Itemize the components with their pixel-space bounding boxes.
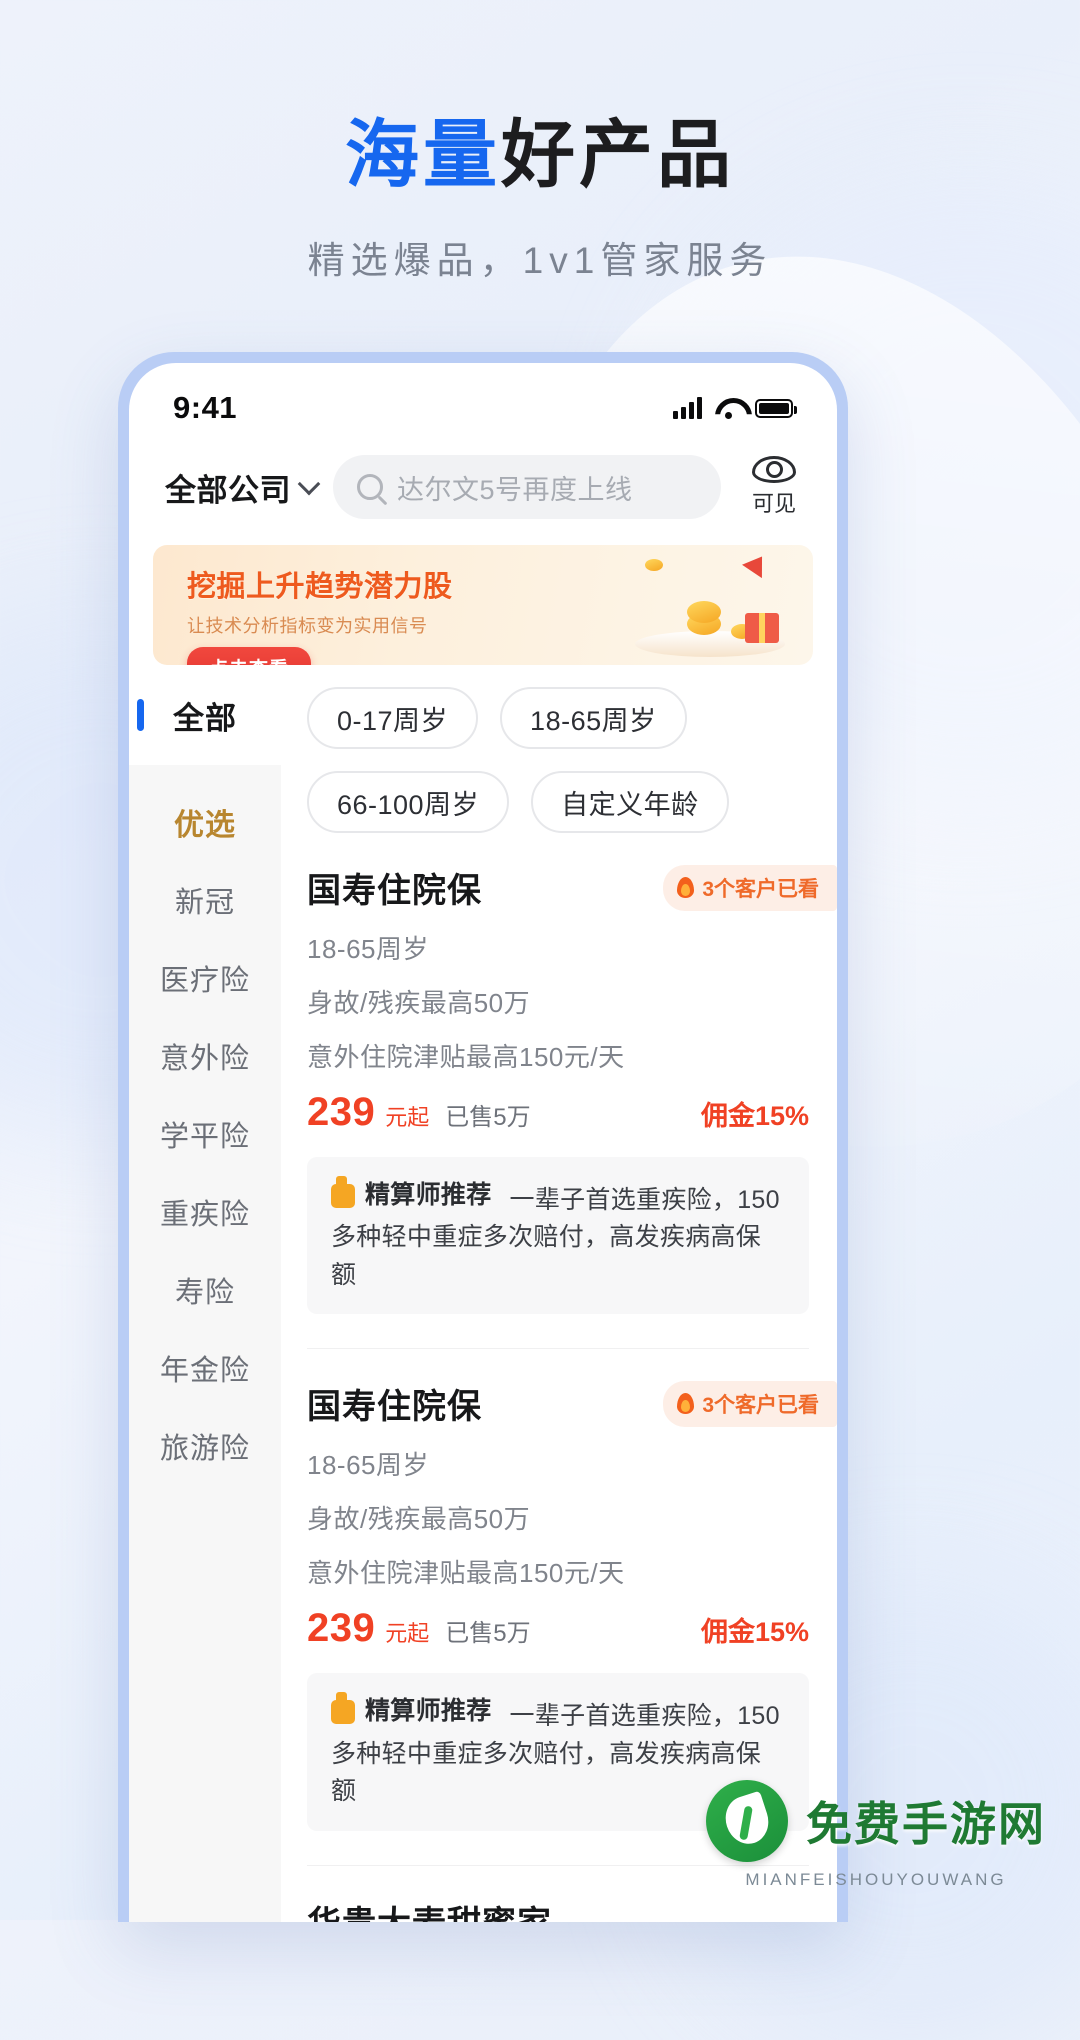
- promo-banner-text: 挖掘上升趋势潜力股 让技术分析指标变为实用信号 点击查看: [187, 563, 453, 665]
- thumbs-up-icon: [331, 1692, 355, 1724]
- status-time: 9:41: [173, 390, 238, 425]
- hero-subtitle: 精选爆品，1v1管家服务: [307, 240, 773, 281]
- flame-icon: [677, 877, 695, 898]
- product-list-panel: 0-17周岁 18-65周岁 66-100周岁 自定义年龄 国寿住院保 3个客户…: [281, 665, 837, 1922]
- product-title: 国寿住院保: [307, 872, 482, 910]
- age-chip-18-65[interactable]: 18-65周岁: [500, 687, 687, 749]
- product-price-row: 239 元起 已售5万 佣金15%: [307, 1090, 809, 1135]
- sidebar-item-zhongjixian[interactable]: 重疾险: [129, 1173, 281, 1251]
- product-title: 华贵大麦甜蜜家: [307, 1896, 552, 1923]
- age-chip-custom[interactable]: 自定义年龄: [531, 771, 729, 833]
- product-age-range: 18-65周岁: [307, 1450, 429, 1481]
- age-chip-0-17[interactable]: 0-17周岁: [307, 687, 479, 749]
- promo-banner-subtitle: 让技术分析指标变为实用信号: [187, 616, 428, 636]
- sidebar-item-shouxian[interactable]: 寿险: [129, 1251, 281, 1329]
- promo-banner-title: 挖掘上升趋势潜力股: [187, 571, 453, 603]
- sidebar-item-yiliaoxian[interactable]: 医疗险: [129, 939, 281, 1017]
- hot-badge-label: 3个客户已看: [702, 877, 819, 901]
- status-bar: 9:41: [129, 363, 837, 439]
- status-badge: 3个客户已看: [663, 1380, 837, 1427]
- eye-icon: [752, 456, 796, 483]
- product-price-unit: 元起: [385, 1621, 430, 1647]
- search-input[interactable]: 达尔文5号再度上线: [333, 455, 721, 519]
- watermark-row: 免费手游网: [706, 1780, 1046, 1862]
- product-price-row: 239 元起 已售5万 佣金15%: [307, 1606, 809, 1651]
- watermark-name: 免费手游网: [806, 1798, 1046, 1850]
- product-price-group: 239 元起 已售5万: [307, 1090, 531, 1135]
- product-commission: 佣金15%: [700, 1617, 809, 1648]
- sidebar-item-yiwaixian[interactable]: 意外险: [129, 1017, 281, 1095]
- product-price-unit: 元起: [385, 1105, 430, 1130]
- recommendation-header: 精算师推荐: [331, 1175, 492, 1215]
- product-card[interactable]: 国寿住院保 3个客户已看 18-65周岁 身故/残疾最高50万 意外住院津贴最高…: [281, 1349, 837, 1831]
- hero-title-rest: 好产品: [501, 113, 735, 196]
- status-indicators: [673, 397, 797, 419]
- status-badge: 3个客户已看: [663, 864, 837, 911]
- product-benefit-1: 身故/残疾最高50万: [307, 988, 531, 1018]
- recommendation-header: 精算师推荐: [331, 1692, 492, 1731]
- product-price-group: 239 元起 已售5万: [307, 1606, 531, 1651]
- phone-mockup: 9:41 全部公司 达尔文5号再度上线 可见 挖掘上升趋势潜力股 让技术分析指标…: [118, 352, 848, 1922]
- sidebar-item-all[interactable]: 全部: [129, 665, 281, 765]
- sidebar-item-xinguan[interactable]: 新冠: [129, 861, 281, 939]
- wifi-icon: [715, 398, 742, 419]
- page-title: 海量好产品: [0, 118, 1080, 192]
- recommendation-label: 精算师推荐: [365, 1181, 492, 1209]
- product-card-header: 国寿住院保 3个客户已看: [307, 863, 837, 912]
- product-sold-count: 已售5万: [445, 1620, 531, 1648]
- product-commission: 佣金15%: [700, 1101, 809, 1131]
- signal-bars-icon: [673, 397, 702, 419]
- age-filter-chips: 0-17周岁 18-65周岁 66-100周岁 自定义年龄: [281, 665, 837, 833]
- product-price: 239: [307, 1606, 376, 1651]
- product-card[interactable]: 国寿住院保 3个客户已看 18-65周岁 身故/残疾最高50万 意外住院津贴最高…: [281, 833, 837, 1315]
- hero-title-accent: 海量: [345, 113, 501, 196]
- product-recommendation: 精算师推荐 一辈子首选重疾险，150多种轻中重症多次赔付，高发疾病高保额: [307, 1157, 809, 1315]
- watermark-domain: MIANFEISHOUYOUWANG: [745, 1870, 1007, 1889]
- promo-banner[interactable]: 挖掘上升趋势潜力股 让技术分析指标变为实用信号 点击查看: [153, 545, 813, 665]
- product-price: 239: [307, 1090, 376, 1134]
- company-filter-button[interactable]: 全部公司: [165, 465, 321, 510]
- age-chip-66-100[interactable]: 66-100周岁: [307, 771, 510, 833]
- product-benefit-1: 身故/残疾最高50万: [307, 1504, 531, 1535]
- app-header: 全部公司 达尔文5号再度上线 可见: [129, 439, 837, 533]
- flame-icon: [677, 1393, 695, 1415]
- sidebar-item-xuepingxian[interactable]: 学平险: [129, 1095, 281, 1173]
- recommendation-label: 精算师推荐: [365, 1697, 492, 1726]
- product-age-range: 18-65周岁: [307, 934, 429, 964]
- product-title: 国寿住院保: [307, 1388, 482, 1427]
- category-sidebar: 全部 优选 新冠 医疗险 意外险 学平险 重疾险 寿险 年金险 旅游险: [129, 665, 281, 1922]
- product-sold-count: 已售5万: [445, 1104, 531, 1131]
- product-card-header: 国寿住院保 3个客户已看: [307, 1379, 837, 1428]
- search-icon: [357, 474, 383, 500]
- active-indicator: [137, 699, 144, 731]
- company-filter-label: 全部公司: [165, 472, 291, 508]
- visibility-label: 可见: [751, 491, 796, 516]
- visibility-toggle[interactable]: 可见: [737, 456, 811, 518]
- product-benefit-2: 意外住院津贴最高150元/天: [307, 1042, 625, 1072]
- sidebar-item-nianjinxian[interactable]: 年金险: [129, 1329, 281, 1407]
- sidebar-item-lvyouxian[interactable]: 旅游险: [129, 1407, 281, 1485]
- product-benefit-2: 意外住院津贴最高150元/天: [307, 1558, 625, 1589]
- sidebar-category-list: 优选 新冠 医疗险 意外险 学平险 重疾险 寿险 年金险 旅游险: [129, 765, 281, 1922]
- promo-banner-button[interactable]: 点击查看: [187, 647, 312, 665]
- leaf-logo-icon: [706, 1780, 788, 1862]
- chevron-down-icon: [297, 472, 321, 496]
- sidebar-item-youxuan[interactable]: 优选: [129, 783, 281, 861]
- promo-banner-illustration: [543, 545, 813, 665]
- phone-screen: 9:41 全部公司 达尔文5号再度上线 可见 挖掘上升趋势潜力股 让技术分析指标…: [129, 363, 837, 1922]
- battery-icon: [755, 398, 797, 418]
- watermark: 免费手游网 MIANFEISHOUYOUWANG: [706, 1780, 1046, 1890]
- hero-section: 海量好产品 精选爆品，1v1管家服务: [0, 0, 1080, 284]
- catalog-body: 全部 优选 新冠 医疗险 意外险 学平险 重疾险 寿险 年金险 旅游险 0-17…: [129, 665, 837, 1922]
- search-placeholder: 达尔文5号再度上线: [397, 474, 633, 505]
- thumbs-up-icon: [331, 1175, 355, 1208]
- sidebar-item-all-label: 全部: [173, 700, 237, 736]
- hot-badge-label: 3个客户已看: [702, 1393, 819, 1417]
- product-card-header: 华贵大麦甜蜜家: [307, 1896, 809, 1923]
